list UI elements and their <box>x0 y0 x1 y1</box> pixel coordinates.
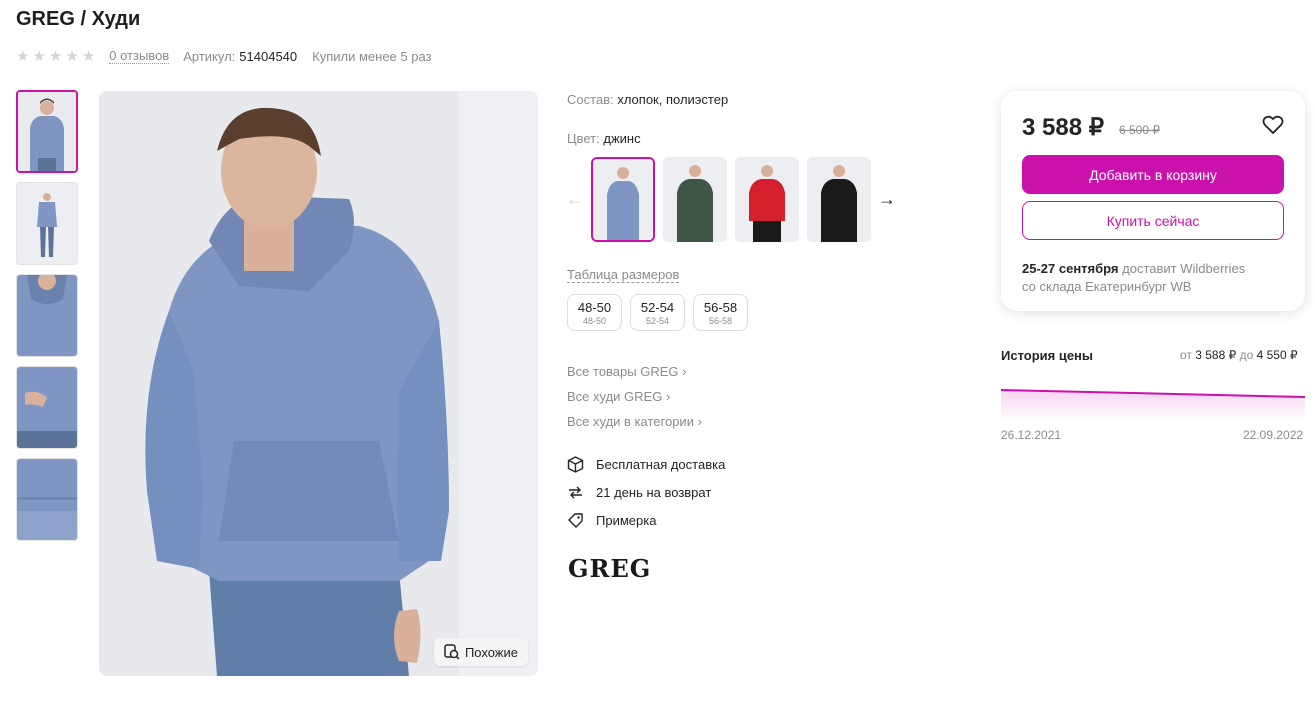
link-all-hoodies-brand[interactable]: Все худи GREG › <box>567 389 702 404</box>
delivery-from: со склада Екатеринбург WB <box>1022 279 1192 294</box>
product-photo <box>99 91 538 676</box>
chevron-right-icon: › <box>682 364 687 379</box>
size-table-link[interactable]: Таблица размеров <box>567 267 680 283</box>
size-sub: 52-54 <box>645 315 670 326</box>
chevron-right-icon: › <box>665 389 671 404</box>
price-history-start-date: 26.12.2021 <box>1001 428 1062 442</box>
favorite-heart-icon[interactable] <box>1262 115 1284 140</box>
price-history-title[interactable]: История цены <box>1001 348 1093 363</box>
product-title: GREG / Худи <box>16 8 141 30</box>
return-arrows-icon <box>569 486 582 499</box>
composition-value: хлопок, полиэстер <box>617 92 729 107</box>
thumbnail-1[interactable] <box>16 90 78 173</box>
size-main: 48-50 <box>577 299 612 315</box>
star-icon: ★ <box>48 47 63 65</box>
product-meta: ★ ★ ★ ★ ★ 0 отзывов Артикул: 51404540 Ку… <box>16 48 432 64</box>
link-all-brand[interactable]: Все товары GREG › <box>567 364 702 379</box>
delivery-info: 25-27 сентября доставит Wildberries со с… <box>1022 260 1282 296</box>
size-option[interactable]: 52-54 52-54 <box>630 294 685 331</box>
box-icon <box>567 456 584 473</box>
article-value[interactable]: 51404540 <box>239 49 297 64</box>
thumbnail-2[interactable] <box>16 182 78 265</box>
star-icon: ★ <box>65 47 79 65</box>
reviews-link[interactable]: 0 отзывов <box>109 48 170 64</box>
brand-links: Все товары GREG › Все худи GREG › Все ху… <box>567 364 702 429</box>
composition-label: Состав: <box>567 92 614 107</box>
thumbnail-list <box>16 90 78 541</box>
swatch-green[interactable] <box>663 157 727 242</box>
delivery-date: 25-27 сентября <box>1022 261 1119 276</box>
similar-label: Похожие <box>464 644 518 660</box>
color-row: Цвет: джинс <box>567 131 641 146</box>
size-option[interactable]: 56-58 56-58 <box>693 294 748 331</box>
buy-now-button[interactable]: Купить сейчас <box>1022 201 1284 240</box>
arrow-left-icon[interactable]: ← <box>566 189 584 209</box>
feature-free-delivery: Бесплатная доставка <box>567 456 725 473</box>
color-value: джинс <box>603 131 641 146</box>
composition-row: Состав: хлопок, полиэстер <box>567 92 728 107</box>
swatch-denim[interactable] <box>591 157 655 242</box>
brand-logo[interactable]: GREG <box>568 554 651 583</box>
add-to-cart-button[interactable]: Добавить в корзину <box>1022 155 1284 194</box>
price-history-end-date: 22.09.2022 <box>1243 428 1304 442</box>
thumbnail-3[interactable] <box>16 274 78 357</box>
chevron-right-icon: › <box>697 414 702 429</box>
arrow-right-icon[interactable]: → <box>878 189 896 209</box>
size-option[interactable]: 48-50 48-50 <box>567 294 622 331</box>
size-main: 52-54 <box>640 299 675 315</box>
old-price: 6 500 ₽ <box>1119 123 1160 137</box>
delivery-text: доставит Wildberries <box>1122 261 1246 276</box>
star-icon: ★ <box>16 47 30 65</box>
link-all-hoodies-category[interactable]: Все худи в категории › <box>567 414 702 429</box>
similar-button[interactable]: Похожие <box>433 638 528 666</box>
price-history-range: от 3 588 ₽ до 4 550 ₽ <box>1180 348 1298 362</box>
size-sub: 48-50 <box>582 315 607 326</box>
rating-stars[interactable]: ★ ★ ★ ★ ★ <box>16 49 95 64</box>
bought-count: Купили менее 5 раз <box>312 48 432 64</box>
price-history-chart[interactable] <box>1001 381 1305 421</box>
star-icon: ★ <box>81 47 96 65</box>
feature-return: 21 день на возврат <box>567 484 725 501</box>
swatch-red[interactable] <box>735 157 799 242</box>
thumbnail-4[interactable] <box>16 366 78 449</box>
article-label: Артикул: <box>183 48 236 64</box>
feature-fitting: Примерка <box>567 512 725 529</box>
color-swatches: ← → <box>566 157 896 242</box>
thumbnail-5[interactable] <box>16 458 78 541</box>
color-label: Цвет: <box>567 131 600 146</box>
current-price: 3 588 ₽ <box>1022 114 1104 141</box>
size-sub: 56-58 <box>708 315 733 326</box>
main-product-image[interactable]: Похожие <box>99 91 538 676</box>
star-icon: ★ <box>32 47 46 65</box>
size-options: 48-50 48-50 52-54 52-54 56-58 56-58 <box>567 294 748 331</box>
size-main: 56-58 <box>703 299 738 315</box>
features-list: Бесплатная доставка 21 день на возврат П… <box>567 456 725 529</box>
tag-icon <box>568 513 583 528</box>
buy-box: 3 588 ₽ 6 500 ₽ Добавить в корзину Купит… <box>1001 91 1305 311</box>
similar-search-icon <box>444 644 460 660</box>
swatch-black[interactable] <box>807 157 871 242</box>
